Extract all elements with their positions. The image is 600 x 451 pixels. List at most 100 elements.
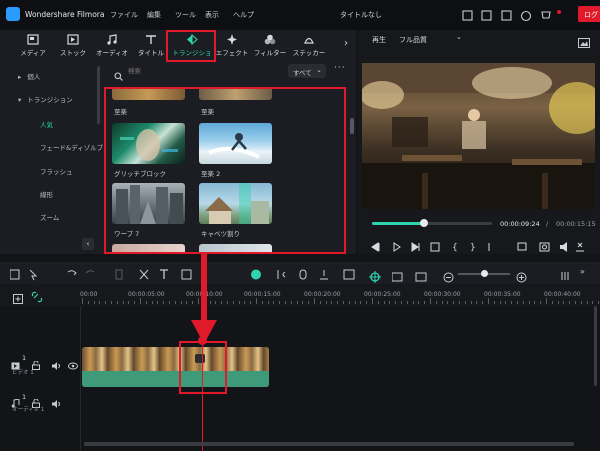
sidebar-item-transitions-label: トランジション bbox=[27, 96, 73, 104]
ruler-tick bbox=[140, 298, 141, 304]
video-track-audio-icon[interactable] bbox=[52, 355, 61, 374]
ruler-tick bbox=[430, 298, 431, 304]
app-logo-icon bbox=[6, 7, 20, 21]
search-input[interactable] bbox=[126, 64, 256, 78]
ruler-label-4: 00:00:20:00 bbox=[304, 291, 341, 298]
menu-edit[interactable]: 編集 bbox=[147, 10, 161, 20]
ruler-tick bbox=[134, 301, 136, 304]
expand-right-icon: ▸ bbox=[18, 73, 22, 81]
ruler-tick bbox=[598, 301, 600, 304]
subitem-fade-dissolve[interactable]: フェード&ディゾルブ bbox=[40, 142, 103, 152]
ruler-tick bbox=[169, 301, 170, 304]
filter-dropdown[interactable]: すべて ⌄ bbox=[288, 64, 326, 78]
tab-stock[interactable]: ストック bbox=[54, 30, 92, 62]
quality-dropdown[interactable]: フル品質 ⌄ bbox=[396, 33, 466, 45]
zoom-slider-handle[interactable] bbox=[480, 270, 488, 277]
music-note-icon bbox=[107, 34, 117, 45]
tab-titles[interactable]: タイトル bbox=[132, 30, 170, 62]
edit-tools-icons bbox=[9, 269, 355, 281]
login-button[interactable]: ログ bbox=[578, 6, 600, 22]
subitem-linear[interactable]: 線形 bbox=[40, 189, 53, 199]
ruler-tick bbox=[174, 301, 176, 304]
ruler-tick bbox=[383, 301, 385, 304]
project-name[interactable]: タイトルなし bbox=[340, 10, 382, 20]
effects-sparkle-icon bbox=[227, 34, 237, 45]
ruler-tick bbox=[186, 301, 188, 304]
media-icon bbox=[27, 34, 39, 45]
preview-progress-handle[interactable] bbox=[419, 219, 428, 227]
svg-text:}: } bbox=[470, 243, 476, 253]
video-track-visibility-icon[interactable] bbox=[68, 355, 78, 374]
tab-filters[interactable]: フィルター bbox=[251, 30, 289, 62]
highlight-transitions-tab bbox=[166, 30, 216, 62]
ruler-tick bbox=[580, 301, 582, 304]
expand-timeline-icon[interactable]: » bbox=[580, 267, 585, 276]
link-icon[interactable] bbox=[31, 288, 43, 307]
ruler-tick bbox=[493, 301, 495, 304]
time-separator: / bbox=[546, 220, 549, 228]
ruler-tick bbox=[517, 301, 518, 304]
ruler-tick bbox=[412, 301, 414, 304]
ruler-tick bbox=[366, 301, 368, 304]
preview-progress-fill bbox=[372, 222, 424, 225]
ruler-tick bbox=[360, 301, 362, 304]
filters-icon bbox=[264, 34, 276, 45]
snapshot-frame-icon[interactable] bbox=[578, 33, 590, 52]
menu-help[interactable]: ヘルプ bbox=[233, 10, 254, 20]
ruler-tick bbox=[505, 301, 507, 304]
ruler-tick bbox=[128, 301, 130, 304]
timeline-hscrollbar[interactable] bbox=[84, 442, 574, 446]
ruler-tick bbox=[151, 301, 153, 304]
video-clip[interactable] bbox=[82, 347, 269, 387]
ruler-tick bbox=[180, 301, 182, 304]
sidebar-item-transitions[interactable]: ▾ トランジション bbox=[18, 94, 73, 104]
sidebar-scrollbar[interactable] bbox=[97, 66, 100, 124]
menu-file[interactable]: ファイル bbox=[110, 10, 138, 20]
tab-stickers[interactable]: ステッカー bbox=[290, 30, 328, 62]
ruler-label-0: 00:00 bbox=[80, 291, 98, 298]
ruler-tick bbox=[551, 301, 553, 304]
sidebar-item-personal[interactable]: ▸ 個人 bbox=[18, 71, 40, 81]
video-track-label: ビデオ 1 bbox=[12, 370, 34, 376]
subitem-flash[interactable]: フラッシュ bbox=[40, 166, 73, 176]
subitem-zoom[interactable]: ズーム bbox=[40, 212, 59, 222]
ruler-tick bbox=[279, 301, 281, 304]
tab-audio-label: オーディオ bbox=[95, 49, 129, 57]
ruler-tick bbox=[221, 301, 223, 304]
more-options-icon[interactable]: ··· bbox=[334, 63, 346, 73]
playback-mode-label[interactable]: 再生 bbox=[372, 35, 386, 45]
audio-track-mute-icon[interactable] bbox=[52, 393, 61, 412]
ruler-tick bbox=[250, 301, 252, 304]
ruler-tick bbox=[296, 301, 298, 304]
timeline-vscrollbar[interactable] bbox=[594, 306, 597, 386]
audio-track-number: 1 bbox=[22, 393, 27, 401]
ruler-tick bbox=[273, 301, 275, 304]
ruler-tick bbox=[111, 301, 112, 304]
ruler-tick bbox=[586, 301, 588, 304]
ruler-tick bbox=[232, 301, 234, 304]
svg-text:{: { bbox=[452, 243, 458, 253]
library-scrollbar[interactable] bbox=[350, 118, 354, 134]
collapse-sidebar-button[interactable]: ‹ bbox=[82, 238, 94, 250]
video-track-number: 1 bbox=[22, 354, 27, 362]
current-time: 00:00:09:24 bbox=[500, 220, 540, 228]
tab-audio[interactable]: オーディオ bbox=[93, 30, 131, 62]
ruler-tick bbox=[145, 301, 147, 304]
ruler-tick bbox=[406, 301, 408, 304]
total-time: 00:00:15:15 bbox=[556, 220, 596, 228]
menu-view[interactable]: 表示 bbox=[205, 10, 219, 20]
tab-media[interactable]: メディア bbox=[14, 30, 52, 62]
marker-icons bbox=[391, 272, 427, 282]
ruler-tick bbox=[261, 301, 263, 304]
ruler-tick bbox=[424, 301, 426, 304]
playback-controls: { } bbox=[370, 238, 592, 257]
ruler-tick bbox=[99, 301, 101, 304]
tab-effects[interactable]: エフェクト bbox=[213, 30, 251, 62]
quality-chevron-icon: ⌄ bbox=[456, 33, 462, 41]
toolbar-next-icon[interactable]: › bbox=[344, 38, 348, 49]
tab-media-label: メディア bbox=[20, 49, 46, 57]
menu-tools[interactable]: ツール bbox=[175, 10, 196, 20]
ruler-tick bbox=[377, 301, 379, 304]
drag-arrow bbox=[189, 254, 219, 350]
subitem-popular[interactable]: 人気 bbox=[40, 119, 53, 129]
